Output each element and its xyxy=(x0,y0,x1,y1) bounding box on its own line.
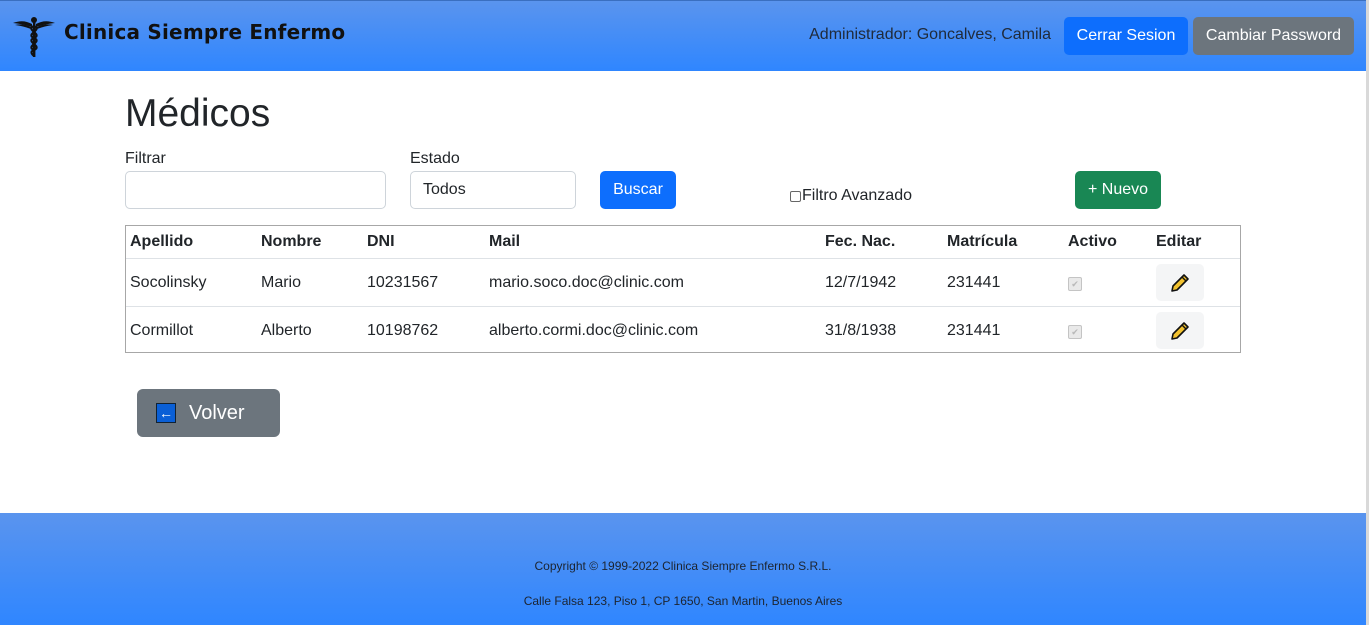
footer-address: Calle Falsa 123, Piso 1, CP 1650, San Ma… xyxy=(523,594,843,608)
status-select[interactable]: Todos xyxy=(410,171,576,209)
cell-nombre: Mario xyxy=(257,258,363,307)
column-header-matricula[interactable]: Matrícula xyxy=(943,226,1064,259)
cell-mail: alberto.cormi.doc@clinic.com xyxy=(485,306,821,354)
cell-editar xyxy=(1152,306,1240,354)
status-selected-value: Todos xyxy=(423,181,466,198)
cell-apellido: Cormillot xyxy=(126,306,257,354)
current-user-label: Administrador: Goncalves, Camila xyxy=(809,26,1051,43)
table-header-row: Apellido Nombre DNI Mail Fec. Nac. Matrí… xyxy=(126,226,1240,259)
pencil-icon xyxy=(1171,273,1189,292)
footer: Copyright © 1999-2022 Clinica Siempre En… xyxy=(0,513,1366,625)
column-header-activo[interactable]: Activo xyxy=(1064,226,1152,259)
column-header-dni[interactable]: DNI xyxy=(363,226,485,259)
footer-copyright: Copyright © 1999-2022 Clinica Siempre En… xyxy=(534,559,832,573)
cell-matricula: 231441 xyxy=(943,306,1064,354)
cell-matricula: 231441 xyxy=(943,258,1064,307)
change-password-button[interactable]: Cambiar Password xyxy=(1193,17,1354,55)
new-doctor-button[interactable]: + Nuevo xyxy=(1075,171,1161,209)
column-header-apellido[interactable]: Apellido xyxy=(126,226,257,259)
page-title: Médicos xyxy=(125,92,271,135)
left-arrow-icon: ← xyxy=(156,403,176,423)
logout-button[interactable]: Cerrar Sesion xyxy=(1064,17,1188,55)
advanced-filter-toggle[interactable]: Filtro Avanzado xyxy=(790,187,912,205)
edit-button[interactable] xyxy=(1156,312,1204,349)
back-button[interactable]: ← Volver xyxy=(137,389,280,437)
table-row: Socolinsky Mario 10231567 mario.soco.doc… xyxy=(126,258,1240,307)
doctors-table: Apellido Nombre DNI Mail Fec. Nac. Matrí… xyxy=(125,225,1241,354)
active-checkbox: ✔ xyxy=(1068,325,1082,339)
cell-activo: ✔ xyxy=(1064,306,1152,354)
filter-input[interactable] xyxy=(125,171,386,209)
table-row: Cormillot Alberto 10198762 alberto.cormi… xyxy=(126,306,1240,354)
cell-nombre: Alberto xyxy=(257,306,363,354)
cell-fec-nac: 31/8/1938 xyxy=(821,306,943,354)
cell-activo: ✔ xyxy=(1064,258,1152,307)
cell-editar xyxy=(1152,258,1240,307)
advanced-filter-checkbox[interactable] xyxy=(790,190,801,202)
active-checkbox: ✔ xyxy=(1068,277,1082,291)
cell-mail: mario.soco.doc@clinic.com xyxy=(485,258,821,307)
column-header-fec-nac[interactable]: Fec. Nac. xyxy=(821,226,943,259)
brand-name: Clinica Siempre Enfermo xyxy=(64,20,346,44)
column-header-editar: Editar xyxy=(1156,233,1202,250)
cell-fec-nac: 12/7/1942 xyxy=(821,258,943,307)
caduceus-icon xyxy=(13,17,55,57)
cell-dni: 10198762 xyxy=(363,306,485,354)
pencil-icon xyxy=(1171,321,1189,340)
edit-button[interactable] xyxy=(1156,264,1204,301)
column-header-nombre[interactable]: Nombre xyxy=(257,226,363,259)
status-label: Estado xyxy=(410,150,460,167)
column-header-mail[interactable]: Mail xyxy=(485,226,821,259)
top-navbar: Clinica Siempre Enfermo Administrador: G… xyxy=(0,0,1366,71)
filter-label: Filtrar xyxy=(125,150,166,167)
advanced-filter-label: Filtro Avanzado xyxy=(802,187,912,204)
cell-apellido: Socolinsky xyxy=(126,258,257,307)
search-button[interactable]: Buscar xyxy=(600,171,676,209)
back-button-label: Volver xyxy=(189,401,245,424)
cell-dni: 10231567 xyxy=(363,258,485,307)
